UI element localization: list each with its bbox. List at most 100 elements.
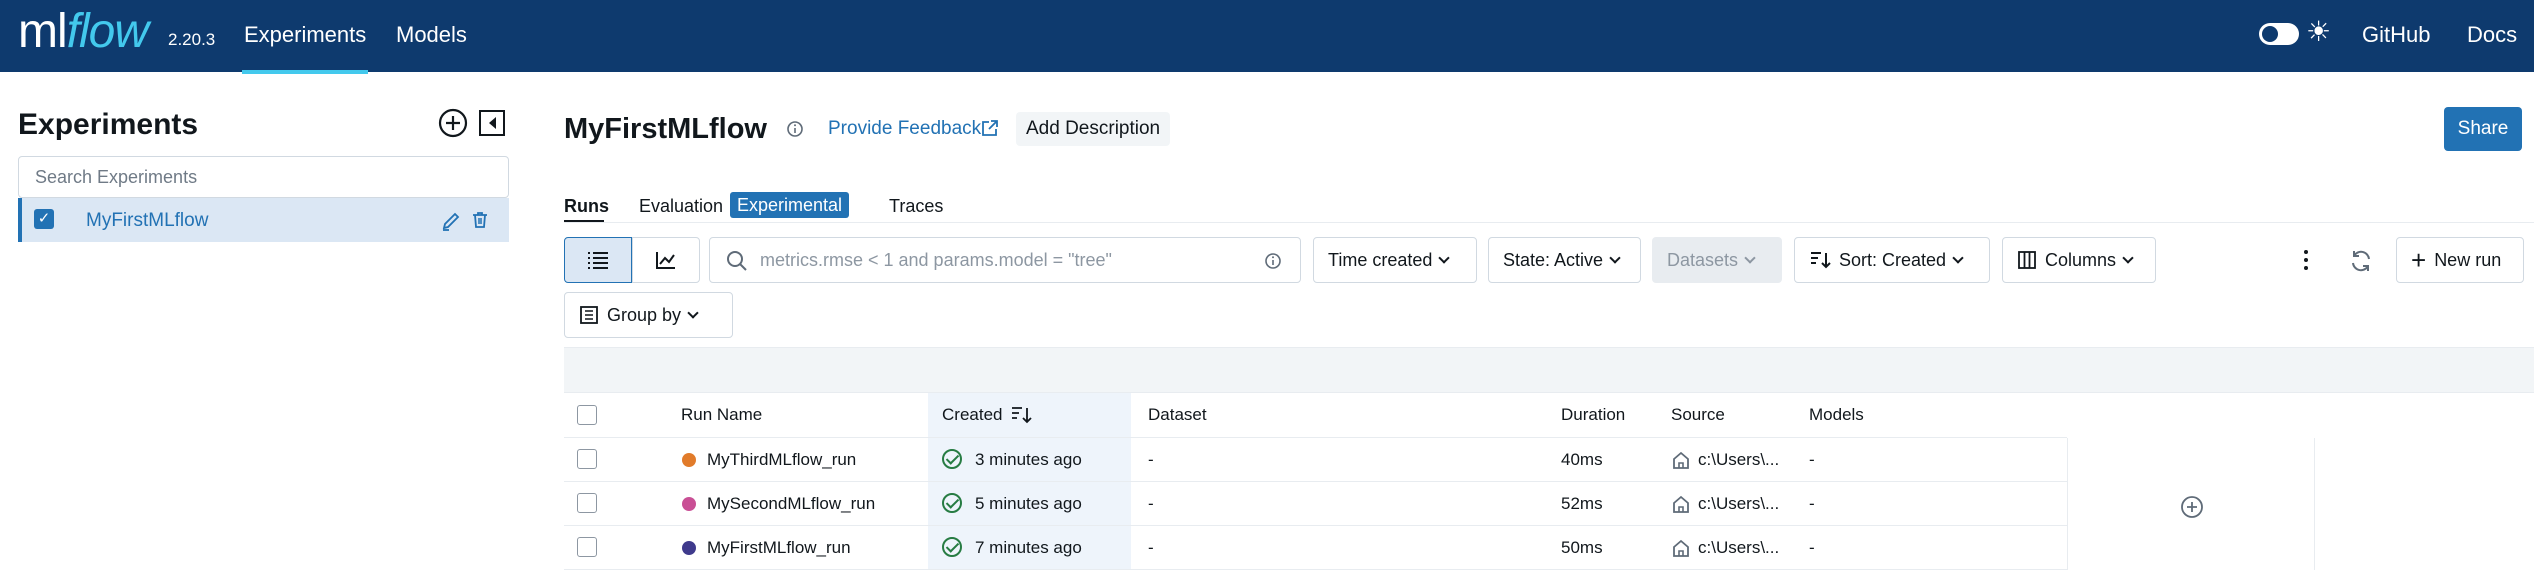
column-header-created[interactable]: Created	[942, 405, 1002, 425]
columns-dropdown[interactable]: Columns	[2002, 237, 2156, 283]
chevron-down-icon	[687, 306, 699, 319]
source-cell[interactable]: c:\Users\...	[1698, 538, 1779, 558]
row-checkbox[interactable]	[577, 537, 597, 557]
row-divider	[564, 525, 2067, 526]
column-header-duration[interactable]: Duration	[1561, 405, 1625, 425]
external-link-icon	[982, 120, 998, 136]
collapse-sidebar-icon	[479, 110, 505, 136]
more-options-icon[interactable]	[2298, 248, 2314, 272]
experiment-checkbox[interactable]: ✓	[34, 209, 54, 229]
select-all-checkbox[interactable]	[577, 405, 597, 425]
plus-circle-icon[interactable]	[2180, 495, 2204, 519]
columns-label: Columns	[2045, 249, 2117, 270]
dark-mode-toggle[interactable]	[2259, 23, 2299, 45]
row-checkbox[interactable]	[577, 493, 597, 513]
sidebar-title: Experiments	[18, 108, 199, 141]
chevron-down-icon	[1744, 251, 1756, 264]
success-check-icon	[942, 537, 962, 557]
add-description-button[interactable]: Add Description	[1016, 112, 1171, 146]
mlflow-logo[interactable]: mlflow	[18, 4, 149, 59]
run-color-dot	[682, 453, 696, 467]
nav-models[interactable]: Models	[396, 22, 467, 48]
group-by-label: Group by	[607, 304, 682, 325]
version-label: 2.20.3	[168, 30, 216, 49]
tab-traces[interactable]: Traces	[889, 196, 943, 217]
tab-evaluation[interactable]: Evaluation	[639, 196, 723, 217]
group-icon	[580, 306, 598, 324]
list-view-button[interactable]	[564, 237, 632, 283]
row-checkbox[interactable]	[577, 449, 597, 469]
chevron-down-icon	[1952, 251, 1964, 264]
time-created-label: Time created	[1328, 249, 1433, 270]
chart-icon	[656, 252, 675, 269]
source-icon	[1673, 539, 1689, 557]
trash-icon[interactable]	[470, 210, 490, 230]
dataset-cell: -	[1148, 538, 1154, 557]
column-header-dataset[interactable]: Dataset	[1148, 405, 1207, 425]
success-check-icon	[942, 493, 962, 513]
docs-link[interactable]: Docs	[2467, 22, 2517, 48]
row-divider	[564, 569, 2067, 570]
top-navigation-bar: mlflow 2.20.3 Experiments Models ☀ GitHu…	[0, 0, 2534, 74]
datasets-label: Datasets	[1667, 249, 1739, 270]
sidebar-item-myfirstmlflow[interactable]: ✓ MyFirstMLflow	[18, 198, 509, 242]
source-icon	[1673, 451, 1689, 469]
plus-icon: +	[2411, 245, 2427, 275]
duration-cell: 52ms	[1561, 494, 1603, 513]
tabs-divider	[564, 222, 2534, 223]
page-title: MyFirstMLflow	[564, 113, 767, 145]
nav-experiments[interactable]: Experiments	[241, 22, 369, 74]
info-icon[interactable]	[786, 120, 804, 138]
add-experiment-button[interactable]	[437, 107, 469, 139]
state-dropdown[interactable]: State: Active	[1488, 237, 1641, 283]
created-cell: 7 minutes ago	[975, 538, 1082, 557]
runs-search-box[interactable]	[709, 237, 1301, 283]
state-label: State: Active	[1503, 249, 1604, 270]
success-check-icon	[942, 449, 962, 469]
sort-dropdown[interactable]: Sort: Created	[1794, 237, 1990, 283]
created-cell: 5 minutes ago	[975, 494, 1082, 513]
run-name-link[interactable]: MySecondMLflow_run	[707, 494, 875, 514]
runs-search-input[interactable]	[760, 246, 1230, 274]
table-group-header	[564, 347, 2534, 393]
column-header-run-name[interactable]: Run Name	[681, 405, 762, 425]
time-created-dropdown[interactable]: Time created	[1313, 237, 1477, 283]
group-by-dropdown[interactable]: Group by	[564, 292, 733, 338]
pencil-icon[interactable]	[440, 210, 462, 232]
duration-cell: 50ms	[1561, 538, 1603, 557]
provide-feedback-link[interactable]: Provide Feedback	[828, 118, 981, 140]
plus-circle-icon	[438, 108, 468, 138]
search-icon	[727, 251, 747, 271]
list-icon	[588, 252, 608, 269]
models-cell: -	[1809, 494, 1815, 513]
source-cell[interactable]: c:\Users\...	[1698, 450, 1779, 470]
github-link[interactable]: GitHub	[2362, 22, 2430, 48]
column-header-source[interactable]: Source	[1671, 405, 1725, 425]
tab-runs[interactable]: Runs	[564, 196, 609, 217]
experimental-badge: Experimental	[730, 192, 850, 218]
search-experiments-input[interactable]	[18, 156, 509, 198]
info-icon[interactable]	[1264, 252, 1282, 270]
created-cell: 3 minutes ago	[975, 450, 1082, 469]
refresh-icon[interactable]	[2349, 249, 2373, 273]
duration-cell: 40ms	[1561, 450, 1603, 469]
add-column-area	[2067, 438, 2315, 570]
models-cell: -	[1809, 450, 1815, 469]
table-divider	[564, 437, 2067, 438]
models-cell: -	[1809, 538, 1815, 557]
sort-label: Sort: Created	[1839, 249, 1947, 270]
run-name-link[interactable]: MyThirdMLflow_run	[707, 450, 856, 470]
datasets-dropdown[interactable]: Datasets	[1652, 237, 1782, 283]
dataset-cell: -	[1148, 450, 1154, 469]
collapse-sidebar-button[interactable]	[476, 107, 508, 139]
run-name-link[interactable]: MyFirstMLflow_run	[707, 538, 851, 558]
chevron-down-icon	[1438, 251, 1451, 264]
row-divider	[564, 481, 2067, 482]
source-cell[interactable]: c:\Users\...	[1698, 494, 1779, 514]
share-button[interactable]: Share	[2444, 107, 2522, 151]
sort-descending-icon[interactable]	[1010, 405, 1032, 425]
new-run-button[interactable]: + New run	[2396, 237, 2524, 283]
chart-view-button[interactable]	[632, 237, 700, 283]
column-header-models[interactable]: Models	[1809, 405, 1864, 425]
dataset-cell: -	[1148, 494, 1154, 513]
